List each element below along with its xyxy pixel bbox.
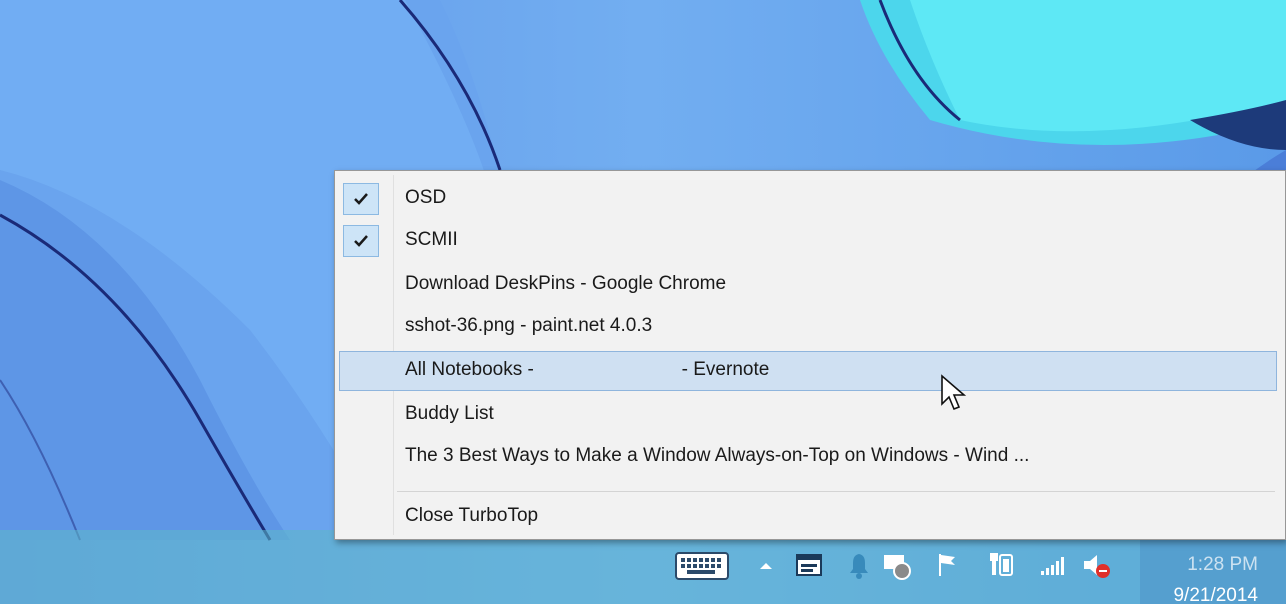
menu-item-close-turbotop[interactable]: Close TurboTop — [339, 497, 1277, 537]
windows-update-icon[interactable] — [880, 545, 914, 585]
menu-item-download-deskpins[interactable]: Download DeskPins - Google Chrome — [339, 265, 1277, 305]
show-hidden-icons-icon[interactable] — [756, 545, 776, 585]
menu-item-label: sshot-36.png - paint.net 4.0.3 — [405, 315, 653, 336]
menu-item-label: Buddy List — [405, 403, 494, 424]
menu-item-label: All Notebooks - - Evernote — [405, 359, 770, 380]
app-window-icon[interactable] — [792, 545, 826, 585]
keyboard-icon[interactable] — [672, 545, 732, 585]
menu-item-label: The 3 Best Ways to Make a Window Always-… — [405, 445, 1030, 466]
menu-item-always-on-top-article[interactable]: The 3 Best Ways to Make a Window Always-… — [339, 437, 1277, 477]
menu-item-buddy-list[interactable]: Buddy List — [339, 395, 1277, 435]
checkmark-icon — [343, 183, 379, 215]
mouse-cursor-icon — [940, 374, 968, 419]
menu-item-label: OSD — [405, 187, 447, 208]
menu-item-scmii[interactable]: SCMII — [339, 221, 1277, 261]
action-center-flag-icon[interactable] — [934, 545, 960, 585]
turbotop-context-menu: OSD SCMII Download DeskPins - Google Chr… — [334, 170, 1286, 540]
checkmark-icon — [343, 225, 379, 257]
volume-muted-icon[interactable] — [1080, 545, 1114, 585]
menu-item-osd[interactable]: OSD — [339, 179, 1277, 219]
menu-item-label: SCMII — [405, 229, 458, 250]
menu-item-label: Close TurboTop — [405, 505, 539, 526]
menu-separator — [397, 491, 1275, 492]
network-signal-icon[interactable] — [1036, 545, 1070, 585]
menu-item-paint-net[interactable]: sshot-36.png - paint.net 4.0.3 — [339, 307, 1277, 347]
menu-item-label: Download DeskPins - Google Chrome — [405, 273, 727, 294]
menu-item-evernote[interactable]: All Notebooks - - Evernote — [339, 351, 1277, 391]
power-plug-icon[interactable] — [986, 545, 1016, 585]
notification-bell-icon[interactable] — [846, 545, 872, 585]
clock-time: 1:28 PM — [1187, 554, 1258, 575]
